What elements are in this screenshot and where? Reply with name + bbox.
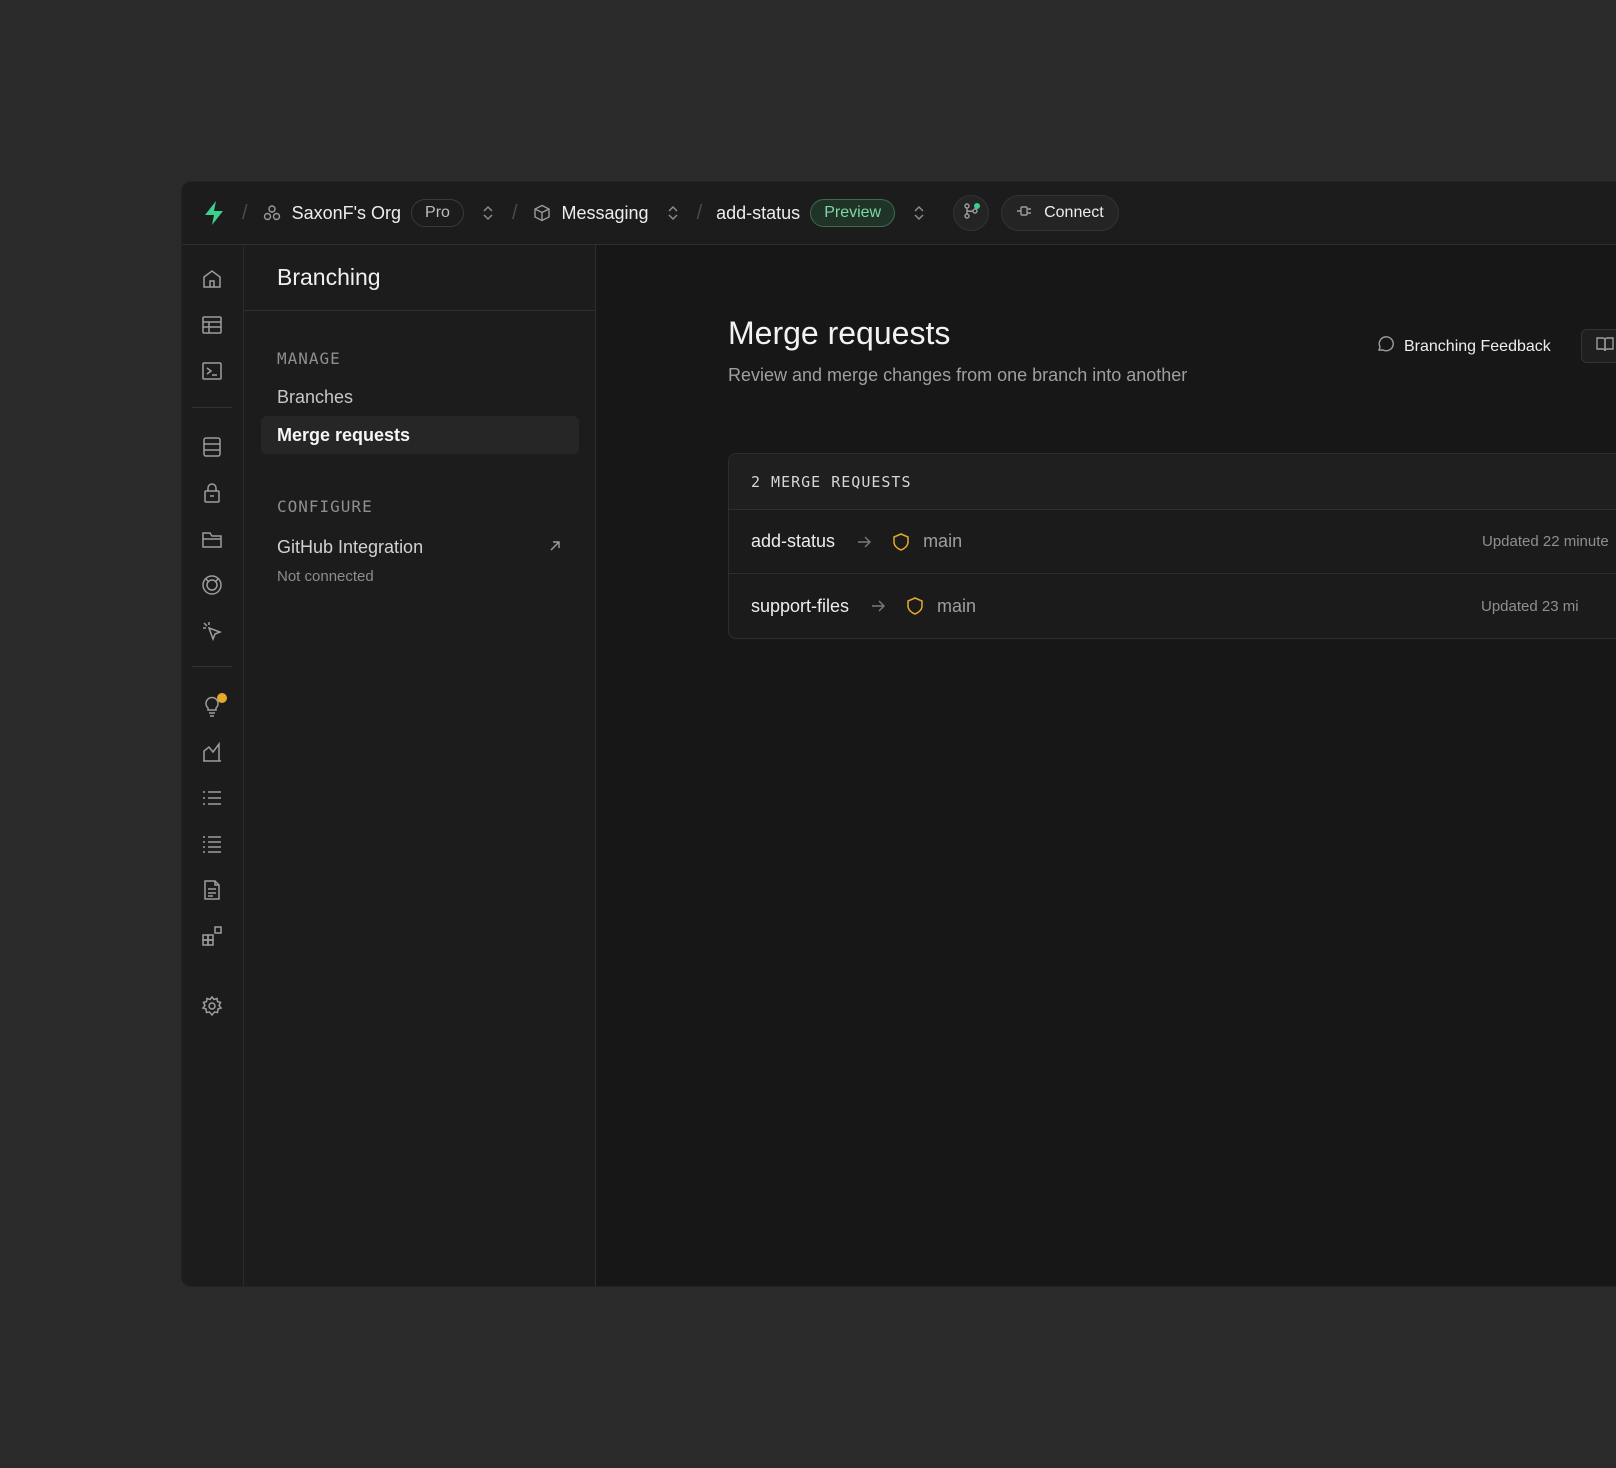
plug-icon — [1016, 204, 1034, 223]
updated-time: Updated 22 minute — [1482, 533, 1609, 550]
feedback-label: Branching Feedback — [1404, 337, 1551, 355]
branch-switcher-chevron-icon[interactable] — [909, 203, 929, 223]
rail-divider — [192, 407, 232, 408]
menu-item-branches[interactable]: Branches — [261, 378, 579, 416]
database-icon[interactable] — [199, 434, 225, 460]
merge-requests-count: 2 MERGE REQUESTS — [729, 454, 1616, 510]
page-subtitle: Review and merge changes from one branch… — [728, 365, 1188, 385]
menu-section-manage: MANAGE — [277, 349, 341, 368]
storage-folder-icon[interactable] — [199, 526, 225, 552]
logs-list-icon[interactable] — [199, 785, 225, 811]
page-title: Merge requests — [728, 315, 951, 351]
github-integration-item[interactable]: GitHub Integration Not connected — [277, 537, 562, 585]
source-branch: add-status — [751, 531, 836, 551]
target-branch: main — [923, 531, 963, 551]
book-icon — [1596, 336, 1614, 357]
updated-time: Updated 23 mi — [1481, 597, 1579, 615]
advisors-lightbulb-icon[interactable] — [199, 693, 227, 719]
menu-item-merge-requests[interactable]: Merge requests — [261, 416, 579, 454]
table-editor-icon[interactable] — [199, 312, 225, 338]
external-link-arrow-icon — [548, 537, 562, 558]
org-breadcrumb[interactable]: SaxonF's Org Pro — [262, 199, 464, 227]
rail-divider — [192, 666, 232, 667]
source-branch: support-files — [751, 595, 850, 616]
project-switcher-chevron-icon[interactable] — [663, 203, 683, 223]
top-bar: / SaxonF's Org Pro / Messaging / add-sta… — [182, 182, 1616, 245]
settings-gear-icon[interactable] — [199, 993, 225, 1019]
home-icon[interactable] — [199, 266, 225, 292]
integrations-blocks-icon[interactable] — [199, 923, 225, 949]
auth-lock-icon[interactable] — [199, 480, 225, 506]
target-branch: main — [937, 595, 977, 616]
branches-button[interactable] — [953, 195, 990, 231]
connect-label: Connect — [1044, 204, 1104, 221]
project-name: Messaging — [561, 202, 649, 223]
merge-request-row[interactable]: support-files main Updated 23 mi — [729, 574, 1616, 638]
org-icon — [262, 203, 282, 223]
org-switcher-chevron-icon[interactable] — [478, 203, 498, 223]
branching-feedback-button[interactable]: Branching Feedback — [1376, 335, 1551, 358]
docs-button[interactable] — [1581, 329, 1616, 363]
protected-shield-icon — [891, 532, 911, 552]
protected-shield-icon — [905, 596, 925, 616]
connect-button[interactable]: Connect — [1001, 195, 1119, 231]
breadcrumb-separator: / — [696, 201, 703, 224]
message-bubble-icon — [1376, 335, 1394, 358]
edge-functions-cursor-icon[interactable] — [199, 618, 225, 644]
breadcrumb-separator: / — [242, 201, 248, 224]
plan-badge: Pro — [411, 199, 464, 227]
arrow-right-icon — [857, 536, 872, 548]
menu-title: Branching — [244, 245, 595, 311]
merge-requests-list: 2 MERGE REQUESTS add-status main Updated… — [728, 453, 1616, 639]
icon-rail — [182, 245, 244, 1286]
api-docs-list-icon[interactable] — [199, 831, 225, 857]
realtime-icon[interactable] — [199, 572, 225, 598]
branch-name: add-status — [716, 202, 801, 223]
documentation-file-icon[interactable] — [199, 877, 225, 903]
sql-editor-icon[interactable] — [199, 358, 225, 384]
main-content: Merge requests Review and merge changes … — [596, 245, 1616, 1286]
app-window: / SaxonF's Org Pro / Messaging / add-sta… — [181, 181, 1616, 1287]
menu-section-configure: CONFIGURE — [277, 497, 373, 516]
github-integration-title: GitHub Integration — [277, 537, 424, 557]
branching-menu: Branching MANAGE Branches Merge requests… — [244, 245, 596, 1286]
branch-preview-badge: Preview — [810, 199, 896, 227]
notification-badge — [217, 693, 227, 703]
merge-request-row[interactable]: add-status main Updated 22 minute — [729, 510, 1616, 574]
project-box-icon — [532, 203, 552, 223]
project-breadcrumb[interactable]: Messaging — [532, 203, 649, 224]
org-name: SaxonF's Org — [291, 202, 402, 223]
github-integration-status: Not connected — [277, 568, 374, 585]
supabase-logo-icon[interactable] — [200, 199, 228, 227]
reports-chart-icon[interactable] — [199, 739, 225, 765]
arrow-right-icon — [871, 600, 886, 612]
branch-breadcrumb[interactable]: add-status Preview — [716, 199, 896, 227]
breadcrumb-separator: / — [511, 201, 518, 224]
